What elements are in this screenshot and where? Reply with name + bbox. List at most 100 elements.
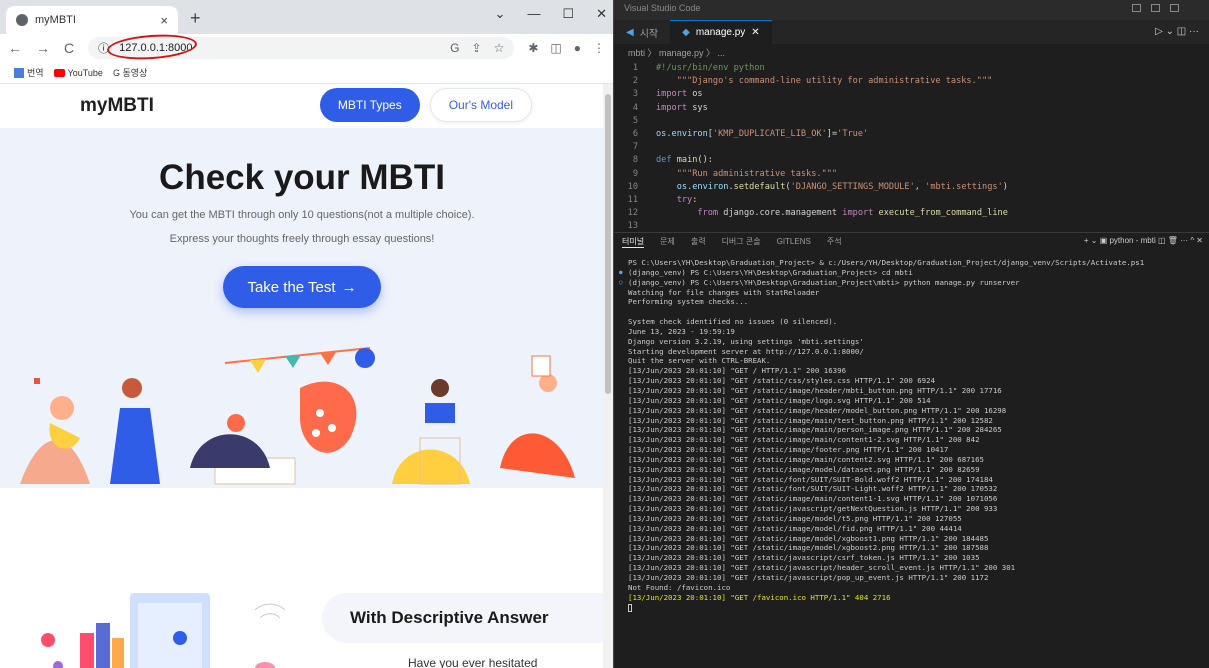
bookmark-youtube[interactable]: YouTube	[53, 68, 103, 78]
code-token: def	[656, 155, 672, 166]
maximize-icon[interactable]: ☐	[562, 6, 574, 22]
close-tab-icon[interactable]: ✕	[751, 27, 759, 38]
mbti-types-button[interactable]: MBTI Types	[319, 88, 420, 122]
bookmark-translate[interactable]: 번역	[14, 66, 44, 79]
command-decoration-icon[interactable]: ○	[619, 278, 623, 288]
code-line[interactable]: 5	[614, 115, 1209, 128]
panel-tab[interactable]: 주석	[827, 236, 842, 247]
terminal-line: PS C:\Users\YH\Desktop\Graduation_Projec…	[628, 258, 1195, 268]
book-illustration	[41, 593, 286, 668]
tab-search-icon[interactable]: ⌄	[495, 6, 506, 22]
panel-tab[interactable]: 디버그 콘솔	[722, 236, 761, 247]
code-token: execute_from_command_line	[878, 208, 1008, 219]
youtube-icon	[53, 68, 65, 77]
bookmark-google-video[interactable]: G 동영상	[113, 66, 147, 79]
panel-tab[interactable]: 출력	[691, 236, 706, 247]
page-scrollbar[interactable]	[603, 84, 613, 668]
code-line[interactable]: 8 def main ():	[614, 154, 1209, 167]
code-line[interactable]: 9 """Run administrative tasks."""	[614, 168, 1209, 181]
terminal-line: ○ (django_venv) PS C:\Users\YH\Desktop\Gr…	[619, 278, 1195, 288]
code-token: 'mbti.settings'	[925, 181, 1003, 192]
omnibox-actions: G ⇪ ☆	[450, 41, 504, 55]
line-number: 6	[632, 128, 638, 139]
customize-layout-icon[interactable]	[1170, 4, 1179, 12]
panel-tab[interactable]: 터미널	[622, 236, 645, 248]
panel-tab[interactable]: GITLENS	[777, 237, 811, 246]
browser-toolbar: ← → C ⓘ 127.0.0.1:8000 G ⇪ ☆ ✱ ◫ ● ⋮	[0, 31, 613, 63]
terminal-text: [13/Jun/2023 20:01:10] "GET /static/font…	[628, 474, 993, 484]
vscode-titlebar: Visual Studio Code	[614, 0, 1209, 20]
terminal-text: Starting development server at http://12…	[628, 346, 864, 356]
arrow-right-icon: →	[341, 278, 357, 296]
toggle-sidebar-icon[interactable]	[1132, 4, 1141, 12]
code-line[interactable]: 4 import sys	[614, 102, 1209, 115]
code-token: ]=	[826, 128, 838, 139]
line-number: 5	[632, 115, 638, 126]
code-line[interactable]: 2 """Django's command-line utility for a…	[614, 75, 1209, 88]
terminal-output[interactable]: PS C:\Users\YH\Desktop\Graduation_Projec…	[614, 258, 1209, 668]
terminal-actions[interactable]: + ⌄ ▣ python - mbti ◫ 🗑 ··· ^ ✕	[1084, 236, 1203, 245]
forward-icon[interactable]: →	[36, 40, 50, 56]
code-token: os	[656, 128, 667, 139]
back-icon[interactable]: ←	[8, 40, 22, 56]
code-editor[interactable]: 1 #!/usr/bin/env python 2 """Django's comm…	[614, 60, 1209, 240]
code-line[interactable]: 12 from django.core.management import ex…	[614, 207, 1209, 220]
close-tab-icon[interactable]: ×	[160, 13, 168, 28]
code-token: """Django's command-line utility for adm…	[656, 76, 993, 87]
bookmarks-bar: 번역 YouTube G 동영상	[0, 62, 613, 84]
code-token: ():	[697, 155, 713, 166]
terminal-line: [13/Jun/2023 20:01:10] "GET /static/java…	[628, 563, 1195, 573]
side-panel-icon[interactable]: ◫	[550, 41, 561, 55]
new-tab-button[interactable]: +	[190, 8, 201, 29]
python-file-icon: ◆	[682, 27, 690, 38]
code-token: )	[1002, 181, 1008, 192]
breadcrumb[interactable]: mbti 〉 manage.py 〉 ...	[614, 44, 1209, 60]
menu-icon[interactable]: ⋮	[593, 41, 605, 55]
run-split-actions[interactable]: ▷ ⌄ ◫ ···	[1155, 26, 1199, 37]
take-test-button[interactable]: Take the Test →	[223, 266, 381, 308]
code-line[interactable]: 6 os. environ['KMP_DUPLICATE_LIB_OK']= 'Tru…	[614, 128, 1209, 141]
toggle-panel-icon[interactable]	[1151, 4, 1160, 12]
terminal-text: [13/Jun/2023 20:01:10] "GET /static/imag…	[628, 405, 1007, 415]
terminal-line: [13/Jun/2023 20:01:10] "GET /static/imag…	[628, 494, 1195, 504]
our-model-button[interactable]: Our's Model	[429, 88, 532, 122]
code-line[interactable]: 1 #!/usr/bin/env python	[614, 62, 1209, 75]
terminal-prompt[interactable]	[628, 603, 1195, 613]
url-text[interactable]: 127.0.0.1:8000	[106, 31, 198, 63]
terminal-text: Watching for file changes with StatReloa…	[628, 287, 820, 297]
minimize-icon[interactable]: —	[527, 6, 540, 22]
reload-icon[interactable]: C	[64, 40, 74, 56]
scrollbar-thumb[interactable]	[605, 94, 611, 394]
code-line[interactable]: 10 os. environ. setdefault('DJANGO_SETTING…	[614, 181, 1209, 194]
bookmark-star-icon[interactable]: ☆	[494, 41, 505, 55]
site-logo[interactable]: myMBTI	[80, 95, 154, 117]
terminal-text: Django version 3.2.19, using settings 'm…	[628, 336, 864, 346]
terminal-line: [13/Jun/2023 20:01:10] "GET /static/imag…	[628, 543, 1195, 553]
address-bar[interactable]: ⓘ 127.0.0.1:8000 G ⇪ ☆	[88, 31, 515, 63]
close-window-icon[interactable]: ✕	[596, 6, 607, 22]
terminal-text: [13/Jun/2023 20:01:10] "GET /static/imag…	[628, 395, 931, 405]
terminal-text: [13/Jun/2023 20:01:10] "GET /static/imag…	[628, 445, 949, 455]
line-number: 7	[632, 142, 638, 153]
extensions-icon[interactable]: ✱	[528, 41, 538, 55]
code-token: from	[697, 208, 719, 219]
panel-tab[interactable]: 문제	[660, 236, 675, 247]
terminal-line: [13/Jun/2023 20:01:10] "GET /static/imag…	[628, 416, 1195, 426]
code-line[interactable]: 3 import os	[614, 88, 1209, 101]
share-icon[interactable]: ⇪	[472, 41, 482, 55]
terminal-text: Quit the server with CTRL-BREAK.	[628, 356, 771, 366]
code-line[interactable]: 7	[614, 141, 1209, 154]
google-icon[interactable]: G	[450, 41, 459, 55]
browser-tab[interactable]: myMBTI ×	[6, 6, 178, 34]
toolbar-right: ✱ ◫ ● ⋮	[528, 41, 605, 55]
command-decoration-icon[interactable]: ●	[619, 268, 623, 278]
code-line[interactable]: 11 try:	[614, 194, 1209, 207]
code-token: sys	[687, 102, 708, 113]
terminal-text: [13/Jun/2023 20:01:10] "GET / HTTP/1.1" …	[628, 366, 847, 376]
profile-icon[interactable]: ●	[574, 41, 581, 55]
red-circle-annotation	[106, 31, 198, 63]
code-token: ,	[914, 181, 926, 192]
tab-welcome[interactable]: ◀ 시작	[614, 20, 670, 44]
terminal-text: [13/Jun/2023 20:01:10] "GET /static/imag…	[628, 494, 998, 504]
tab-manage-py[interactable]: ◆ manage.py ✕	[670, 20, 772, 44]
